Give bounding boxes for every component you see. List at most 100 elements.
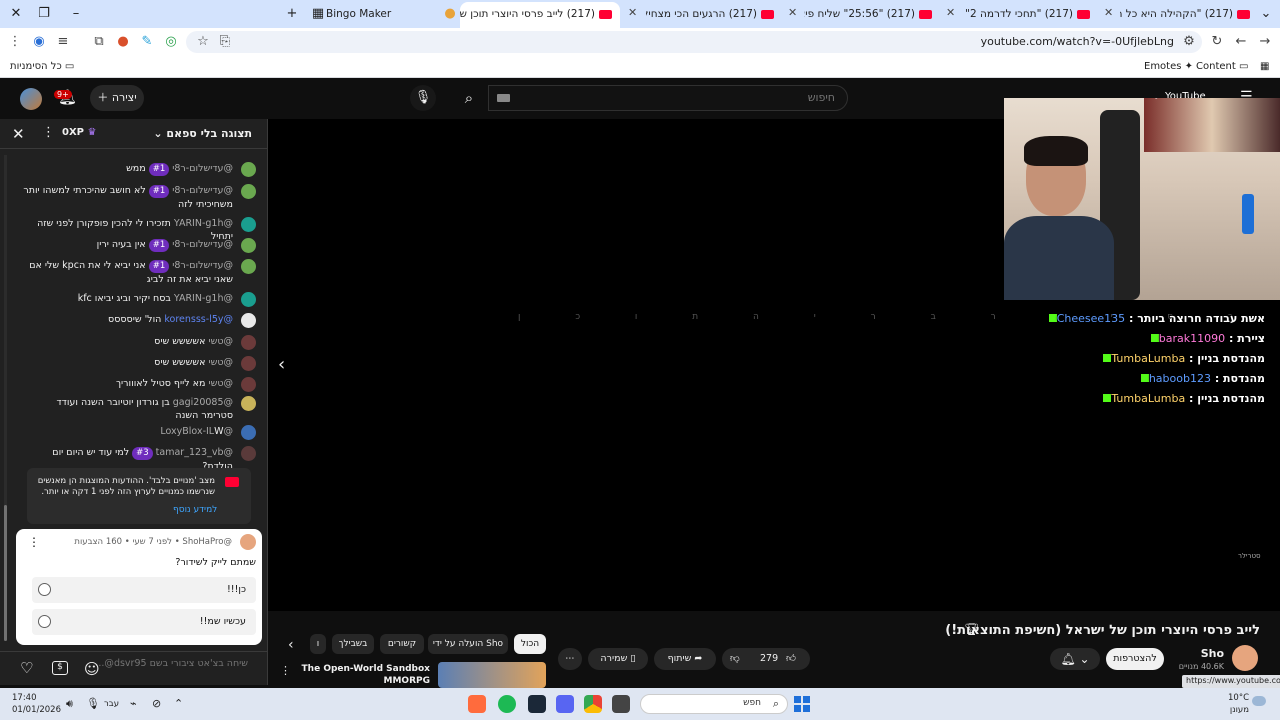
extensions-puzzle-icon[interactable]: ⧉ — [90, 33, 108, 51]
recommended-video-title[interactable]: The Open-World Sandbox MMORPG — [290, 663, 430, 687]
chat-author-avatar[interactable] — [241, 292, 256, 307]
dislike-icon[interactable]: 👎︎ — [730, 648, 740, 670]
channel-avatar[interactable] — [1232, 645, 1258, 671]
create-button[interactable]: ＋ יצירה — [90, 85, 144, 111]
bookmark-star-icon[interactable]: ☆ — [194, 33, 212, 51]
tab-close-icon[interactable]: ✕ — [788, 6, 797, 19]
chevron-up-icon[interactable]: ⌃ — [174, 697, 183, 710]
all-bookmarks-link[interactable]: כל הסימניות ▭ — [10, 61, 74, 72]
chat-author-name[interactable]: @korensss-l5y — [164, 314, 233, 325]
chat-author-name[interactable]: @עדישלום-ר8י — [172, 185, 233, 196]
restore-window-icon[interactable]: ❐ — [36, 6, 52, 22]
chip-all[interactable]: הכול — [514, 634, 546, 654]
emoji-icon[interactable]: ☺ — [84, 660, 100, 678]
chrome-icon[interactable] — [584, 695, 602, 713]
chat-author-name[interactable]: @YARIN-g1h — [174, 293, 233, 304]
extension-icon[interactable]: ✎ — [138, 33, 156, 51]
chat-message[interactable]: @korensss-l5yהול' שיסססס — [23, 313, 256, 328]
chat-author-avatar[interactable] — [241, 396, 256, 411]
spotify-icon[interactable] — [498, 695, 516, 713]
tab-search-icon[interactable]: ⌄ — [1258, 6, 1274, 22]
chat-message[interactable]: @עדישלום-ר8י#1אין בעיה ירין — [23, 238, 256, 253]
chat-author-avatar[interactable] — [241, 259, 256, 274]
close-window-icon[interactable]: ✕ — [8, 6, 24, 22]
network-icon[interactable]: ⌁ — [130, 697, 137, 710]
tab-youtube-5[interactable]: (217) "הקהילה היא כל חיי" שלי — [1120, 4, 1250, 24]
share-button[interactable]: שיתוף ➦ — [654, 648, 716, 670]
apps-grid-icon[interactable]: ▦ — [1260, 61, 1269, 72]
chat-more-options-icon[interactable]: ⋮ — [42, 125, 55, 140]
app-icon[interactable] — [468, 695, 486, 713]
channel-name[interactable]: Sho — [1201, 647, 1224, 660]
taskbar-search[interactable]: ⌕ חפש — [640, 694, 788, 714]
account-avatar[interactable] — [20, 88, 42, 110]
chat-author-avatar[interactable] — [241, 425, 256, 440]
tab-close-icon[interactable]: ✕ — [946, 6, 955, 19]
chat-author-name[interactable]: @tamar_123_vb — [156, 447, 233, 458]
chat-message[interactable]: @עדישלום-ר8י#1ממש — [23, 162, 256, 177]
profile-icon[interactable]: ◉ — [30, 33, 48, 51]
super-chat-icon[interactable]: $ — [52, 661, 68, 675]
heart-icon[interactable]: ♡ — [20, 659, 33, 677]
chat-author-avatar[interactable] — [241, 335, 256, 350]
like-count[interactable]: 279 — [760, 648, 778, 670]
chat-message[interactable]: @gagi20085בן גורדון יוטיובר השנה ועודד ס… — [23, 396, 256, 422]
bookmark-content[interactable]: Content ▭ — [1196, 61, 1248, 72]
radio-icon[interactable] — [38, 615, 51, 628]
tab-youtube-4[interactable]: (217) "תחכי לדרמה 2" שליח פיצ — [962, 4, 1090, 24]
input-language[interactable]: עבר — [104, 699, 119, 709]
chat-author-name[interactable]: @טשי — [208, 378, 233, 389]
chat-author-name[interactable]: @YARIN-g1h — [174, 218, 233, 229]
tab-close-icon[interactable]: ✕ — [1104, 6, 1113, 19]
minimize-window-icon[interactable]: – — [68, 6, 84, 22]
subscription-bell-button[interactable]: 🔔︎ ⌄ — [1050, 648, 1100, 670]
tab-youtube-3[interactable]: (217) "25:56" שליח פיצה × ube — [804, 4, 932, 24]
extension-icon[interactable]: ≡ — [54, 33, 72, 51]
save-button[interactable]: שמירה ▯ — [588, 648, 648, 670]
back-icon[interactable]: → — [1256, 33, 1274, 51]
tab-youtube-2[interactable]: (217) הרגעים הכי מצחיקים של — [646, 4, 774, 24]
close-chat-icon[interactable]: ✕ — [12, 125, 25, 143]
chat-author-name[interactable]: @טשי — [208, 336, 233, 347]
chat-message[interactable]: @YARIN-g1hבסח יקיר וביג יביאו kfc — [23, 292, 256, 307]
radio-icon[interactable] — [38, 583, 51, 596]
clock[interactable]: 17:40 01/01/2026 — [12, 692, 61, 716]
chat-author-avatar[interactable] — [241, 313, 256, 328]
extension-icon[interactable]: ◎ — [162, 33, 180, 51]
chat-message[interactable]: @LoxyBlox-ILW — [23, 425, 256, 440]
xp-badge[interactable]: 0XP ♛ — [62, 127, 96, 138]
video-player[interactable]: ‹ ר ס י ד ר ב ר י ה ת ו כ ן ➤ אשת עבודה … — [268, 98, 1280, 611]
chat-author-name[interactable]: @עדישלום-ר8י — [172, 239, 233, 250]
more-actions-button[interactable]: ⋯ — [558, 648, 582, 670]
chat-author-avatar[interactable] — [241, 184, 256, 199]
chat-author-name[interactable]: @טשי — [208, 357, 233, 368]
keyboard-icon[interactable] — [497, 94, 510, 102]
recommended-more-icon[interactable]: ⋮ — [280, 664, 291, 677]
weather-widget[interactable]: 10°C מעונן — [1228, 692, 1249, 716]
chevron-left-icon[interactable]: ‹ — [288, 637, 294, 653]
menu-dots-icon[interactable]: ⋮ — [6, 33, 24, 51]
chat-message[interactable]: @טשימא לייף סטיל לאוווריך — [23, 377, 256, 392]
tab-close-icon[interactable]: ✕ — [628, 6, 637, 19]
learn-more-link[interactable]: למידע נוסף — [173, 505, 217, 515]
app-icon[interactable] — [612, 695, 630, 713]
chip-partial[interactable]: ו — [310, 634, 326, 654]
extension-icon[interactable]: ● — [114, 33, 132, 51]
poll-option[interactable]: כן!!! — [32, 577, 256, 603]
chat-scrollbar[interactable] — [3, 155, 8, 641]
mic-icon[interactable]: 🎙︎ — [86, 697, 100, 710]
chat-author-avatar[interactable] — [241, 162, 256, 177]
voice-search-mic-icon[interactable]: 🎙︎ — [410, 85, 436, 111]
chat-message[interactable]: @עדישלום-ר8י#1לא חושב שהיכרתי למשהו יותר… — [23, 184, 256, 211]
chat-author-avatar[interactable] — [241, 238, 256, 253]
chat-message[interactable]: @טשיאשששש שיס — [23, 335, 256, 350]
chat-author-name[interactable]: @עדישלום-ר8י — [172, 260, 233, 271]
chat-message[interactable]: @עדישלום-ר8י#1אני יביא לי את הkpc שלי אם… — [23, 259, 256, 286]
poll-more-icon[interactable]: ⋮ — [28, 535, 40, 549]
notification-off-icon[interactable]: ⊘ — [152, 697, 161, 710]
chat-author-avatar[interactable] — [241, 356, 256, 371]
like-icon[interactable]: 👍︎ — [786, 648, 796, 670]
search-icon[interactable]: ⌕ — [450, 85, 488, 111]
chip-for-you[interactable]: בשבילך — [332, 634, 374, 654]
recommended-video-thumbnail[interactable] — [438, 662, 546, 688]
